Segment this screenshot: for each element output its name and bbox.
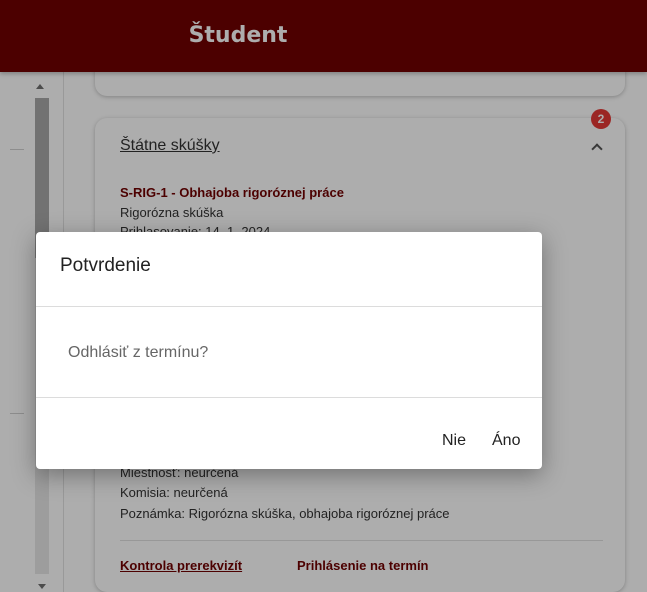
dialog-divider-bottom [36,397,542,398]
dialog-message: Odhlásiť z termínu? [68,344,209,361]
dialog-title: Potvrdenie [60,255,151,276]
yes-button[interactable]: Áno [486,428,526,454]
no-button[interactable]: Nie [436,428,472,454]
confirm-dialog: Potvrdenie Odhlásiť z termínu? Nie Áno [36,232,542,469]
dialog-divider-top [36,306,542,307]
